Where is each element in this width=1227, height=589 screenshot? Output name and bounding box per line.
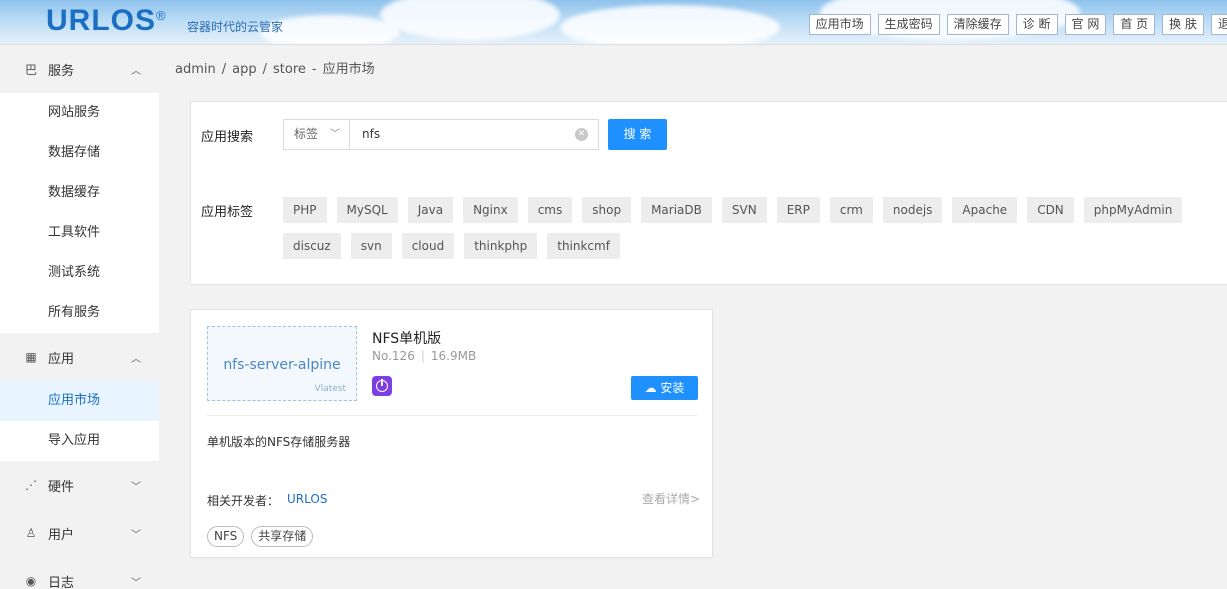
top-nav-button[interactable]: 退 bbox=[1210, 14, 1227, 35]
app-thumb-version: Vlatest bbox=[314, 384, 346, 394]
top-nav-button[interactable]: 官 网 bbox=[1064, 14, 1107, 35]
search-button[interactable]: 搜 索 bbox=[608, 119, 667, 150]
top-nav-button[interactable]: 清除缓存 bbox=[946, 14, 1009, 35]
header-cloud bbox=[560, 5, 780, 44]
search-panel: 应用搜索 标签 ﹀ nfs ✕ 搜 索 应用标签 PHP MySQL Java Ngi… bbox=[190, 101, 1227, 285]
top-nav-button[interactable]: 应用市场 bbox=[808, 14, 871, 35]
tag-chip[interactable]: cms bbox=[527, 197, 573, 223]
tag-chip[interactable]: MariaDB bbox=[641, 197, 712, 223]
app-tags: NFS 共享存储 bbox=[207, 526, 314, 547]
breadcrumb-item[interactable]: app bbox=[232, 62, 256, 77]
sidebar-group[interactable]: ▦ 应用 ︿ bbox=[0, 333, 159, 381]
chevron-down-icon: ﹀ bbox=[131, 529, 141, 541]
clear-icon[interactable]: ✕ bbox=[575, 128, 588, 141]
tag-chip[interactable]: Nginx bbox=[463, 197, 518, 223]
urlos-logo[interactable]: URLOS® bbox=[46, 4, 167, 38]
top-nav-button[interactable]: 首 页 bbox=[1113, 14, 1156, 35]
header-cloud bbox=[380, 0, 560, 40]
breadcrumb-separator: - bbox=[311, 62, 317, 77]
search-input[interactable]: nfs ✕ bbox=[349, 119, 599, 150]
sidebar-item[interactable]: 工具软件 bbox=[0, 213, 159, 253]
sidebar-group-label: 应用 bbox=[48, 351, 75, 367]
sidebar-item[interactable]: 网站服务 bbox=[0, 93, 159, 133]
tag-chip[interactable]: crm bbox=[829, 197, 873, 223]
sidebar-item[interactable]: 应用市场 bbox=[0, 381, 159, 421]
sidebar: 巴服务 ︿ 网站服务 数据存储 数据缓存 工具软件 测试系统 所有服务 ▦ 应用 ︿ 应用市场 导入应用… bbox=[0, 45, 159, 589]
sidebar-group[interactable]: ◉ 日志 ﹀ bbox=[0, 557, 159, 589]
apps-icon: ▦ bbox=[25, 350, 37, 364]
tag-chip[interactable]: Apache bbox=[952, 197, 1018, 223]
tag-chip[interactable]: CDN bbox=[1027, 197, 1074, 223]
chevron-up-icon: ︿ bbox=[131, 65, 141, 77]
sidebar-group[interactable]: 巴服务 ︿ bbox=[0, 45, 159, 93]
tag-chip[interactable]: SVN bbox=[721, 197, 767, 223]
sidebar-group-label: 用户 bbox=[48, 527, 75, 543]
divider bbox=[207, 415, 697, 416]
sidebar-item[interactable]: 所有服务 bbox=[0, 293, 159, 333]
tag-chip[interactable]: ERP bbox=[776, 197, 820, 223]
tags-label: 应用标签 bbox=[201, 205, 254, 220]
search-type-select[interactable]: 标签 ﹀ bbox=[283, 119, 350, 150]
breadcrumb-item[interactable]: 应用市场 bbox=[323, 62, 375, 77]
meta-separator: | bbox=[420, 349, 425, 363]
top-nav-button[interactable]: 换 肤 bbox=[1162, 14, 1204, 35]
tag-chip[interactable]: svn bbox=[350, 233, 392, 259]
chevron-up-icon: ︿ bbox=[131, 353, 141, 365]
cloud-icon: ☁ bbox=[644, 381, 657, 395]
top-nav-button[interactable]: 生成密码 bbox=[877, 14, 940, 35]
sidebar-group[interactable]: ⋰ 硬件 ﹀ bbox=[0, 461, 159, 509]
breadcrumb-separator: / bbox=[221, 62, 227, 77]
app-tag[interactable]: NFS bbox=[207, 526, 245, 547]
power-icon bbox=[372, 376, 392, 396]
breadcrumb-item[interactable]: store bbox=[273, 62, 306, 77]
app-description: 单机版本的NFS存储服务器 bbox=[207, 435, 351, 449]
tag-chip[interactable]: thinkcmf bbox=[547, 233, 620, 259]
tag-chip[interactable]: MySQL bbox=[336, 197, 398, 223]
app-thumb-name: nfs-server-alpine bbox=[223, 357, 341, 373]
user-icon: ♙ bbox=[25, 526, 37, 540]
share-icon: ⋰ bbox=[25, 478, 37, 492]
tag-chip[interactable]: Java bbox=[407, 197, 454, 223]
tag-chip[interactable]: thinkphp bbox=[464, 233, 538, 259]
chevron-down-icon: ﹀ bbox=[131, 577, 141, 589]
search-label: 应用搜索 bbox=[201, 130, 254, 145]
sidebar-item[interactable]: 导入应用 bbox=[0, 421, 159, 461]
sidebar-item[interactable]: 测试系统 bbox=[0, 253, 159, 293]
tag-list: PHP MySQL Java Nginx cms shop MariaDB SVN ERP crm… bbox=[283, 197, 1213, 259]
app-title[interactable]: NFS单机版 bbox=[372, 328, 441, 348]
sidebar-item[interactable]: 数据存储 bbox=[0, 133, 159, 173]
tag-chip[interactable]: phpMyAdmin bbox=[1083, 197, 1183, 223]
top-nav: 应用市场生成密码清除缓存诊 断官 网首 页换 肤退 bbox=[808, 14, 1227, 35]
app-number: No.126 bbox=[372, 349, 415, 363]
top-header: URLOS® 容器时代的云管家 应用市场 生成密码 清除缓存诊 断官 网首 页换 肤… bbox=[0, 0, 1227, 45]
slogan: 容器时代的云管家 bbox=[187, 20, 284, 34]
breadcrumb: admin / app / store - 应用市场 bbox=[175, 58, 381, 77]
app-tag[interactable]: 共享存储 bbox=[251, 526, 314, 547]
tag-chip[interactable]: cloud bbox=[401, 233, 455, 259]
sidebar-group-label: 日志 bbox=[48, 575, 75, 589]
tag-chip[interactable]: shop bbox=[582, 197, 632, 223]
eye-icon: ◉ bbox=[25, 574, 37, 588]
app-card: nfs-server-alpine Vlatest NFS单机版 No.126 |… bbox=[190, 309, 713, 558]
app-size: 16.9MB bbox=[430, 349, 477, 363]
breadcrumb-separator: / bbox=[262, 62, 267, 77]
tag-chip[interactable]: PHP bbox=[283, 197, 327, 223]
sidebar-group-label: 硬件 bbox=[48, 479, 75, 495]
grid-icon: 巴 bbox=[24, 62, 37, 77]
chevron-down-icon: ﹀ bbox=[330, 129, 340, 140]
sidebar-item[interactable]: 数据缓存 bbox=[0, 173, 159, 213]
view-detail-link[interactable]: 查看详情> bbox=[642, 490, 700, 507]
sidebar-group[interactable]: ♙ 用户 ﹀ bbox=[0, 509, 159, 557]
chevron-down-icon: ﹀ bbox=[131, 481, 141, 493]
app-meta: No.126 | 16.9MB bbox=[372, 349, 476, 363]
install-button[interactable]: ☁ 安装 bbox=[631, 376, 698, 400]
developer-link[interactable]: URLOS bbox=[287, 492, 327, 506]
tag-chip[interactable]: discuz bbox=[283, 233, 341, 259]
app-thumbnail[interactable]: nfs-server-alpine Vlatest bbox=[207, 326, 357, 401]
sidebar-group-label: 服务 bbox=[48, 63, 75, 79]
tag-chip[interactable]: nodejs bbox=[882, 197, 943, 223]
top-nav-button[interactable]: 诊 断 bbox=[1015, 14, 1058, 35]
developer-label: 相关开发者： bbox=[207, 494, 280, 508]
breadcrumb-item[interactable]: admin bbox=[175, 62, 216, 77]
